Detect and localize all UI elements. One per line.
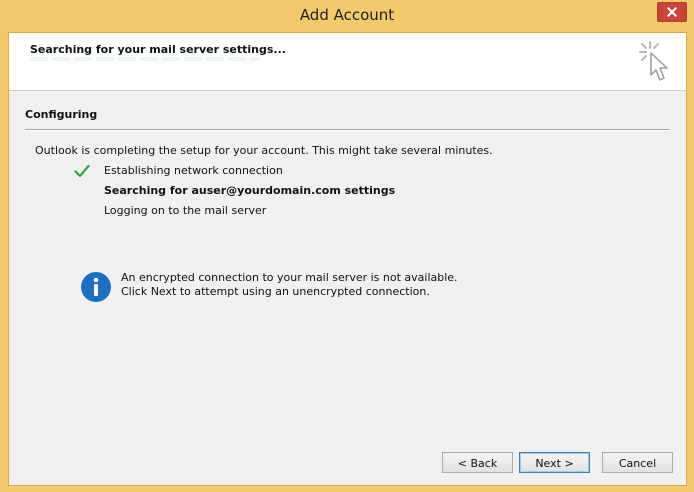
add-account-window: Add Account Searching for your mail serv… [0,0,694,492]
notice-line-2: Click Next to attempt using an unencrypt… [121,285,430,298]
step-searching-settings: Searching for auser@yourdomain.com setti… [104,184,396,197]
step-logging-on: Logging on to the mail server [104,204,267,217]
header-subtitle-faint [30,57,260,61]
dialog-client-area: Searching for your mail server settings.… [8,32,687,486]
intro-text: Outlook is completing the setup for your… [35,144,493,157]
checkmark-icon [74,164,90,178]
close-button[interactable] [657,2,687,22]
next-button[interactable]: Next > [519,452,590,473]
window-title: Add Account [299,6,395,24]
back-button[interactable]: < Back [442,452,513,473]
notice-line-1: An encrypted connection to your mail ser… [121,271,458,284]
header-title: Searching for your mail server settings.… [30,43,286,56]
step-establishing-connection: Establishing network connection [104,164,283,177]
section-divider [25,129,670,131]
dialog-header: Searching for your mail server settings.… [9,33,686,91]
cancel-button[interactable]: Cancel [602,452,673,473]
cursor-sparkle-icon [639,41,668,81]
title-bar[interactable]: Add Account [0,0,694,32]
section-title: Configuring [25,108,98,121]
info-icon [81,272,111,302]
